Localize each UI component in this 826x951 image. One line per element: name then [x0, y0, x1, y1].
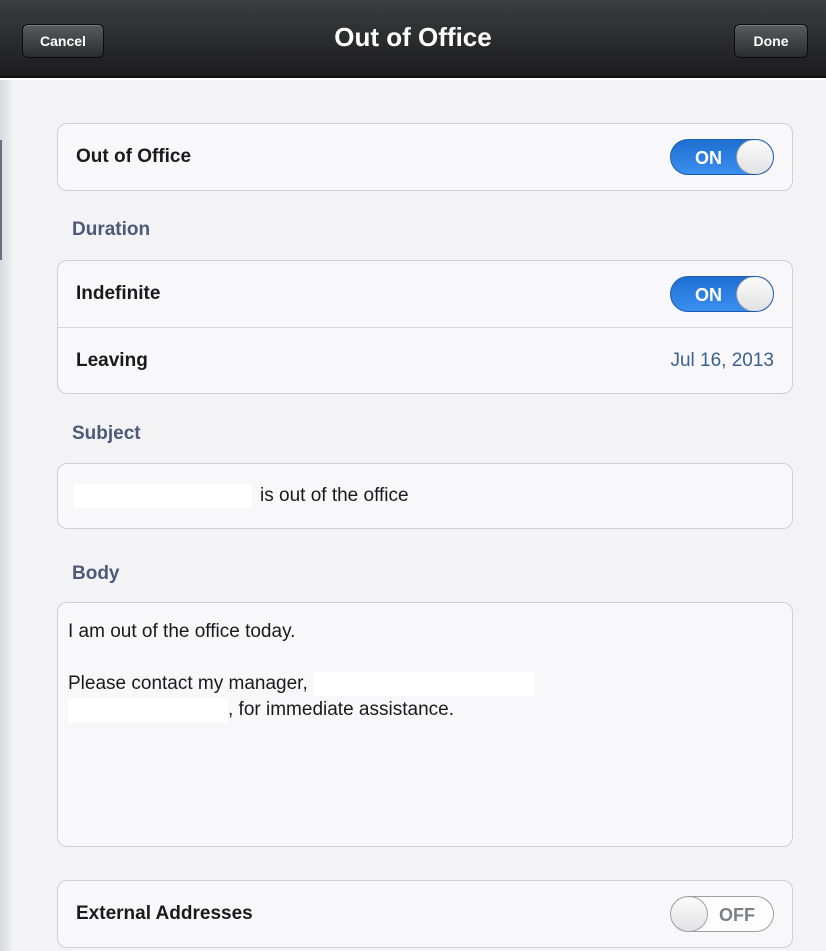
body-line-3-text: , for immediate assistance.: [228, 699, 454, 720]
external-addresses-toggle-text: OFF: [719, 905, 755, 925]
toggle-knob: [671, 897, 708, 931]
body-line-1-text: I am out of the office today.: [68, 621, 296, 642]
duration-header: Duration: [72, 219, 151, 240]
body-text-area[interactable]: I am out of the office today. Please con…: [57, 602, 793, 847]
out-of-office-label: Out of Office: [76, 146, 192, 167]
redacted-name: [74, 484, 252, 508]
left-edge-panel: [0, 80, 12, 951]
indefinite-toggle-text: ON: [695, 285, 722, 305]
out-of-office-toggle[interactable]: ON: [670, 139, 774, 175]
leaving-label: Leaving: [76, 349, 148, 371]
out-of-office-group: Out of Office ON: [57, 123, 793, 191]
toggle-knob: [736, 277, 773, 311]
external-addresses-group: External Addresses OFF: [57, 880, 793, 948]
left-edge-divider: [0, 140, 2, 260]
out-of-office-toggle-text: ON: [695, 148, 722, 168]
external-addresses-row: External Addresses OFF: [58, 881, 792, 947]
duration-group: Indefinite ON Leaving Jul 16, 2013: [57, 260, 793, 394]
redacted-manager-email: [68, 698, 228, 722]
external-addresses-toggle[interactable]: OFF: [670, 896, 774, 932]
leaving-row[interactable]: Leaving Jul 16, 2013: [58, 327, 792, 393]
toggle-knob: [736, 140, 773, 174]
body-header: Body: [72, 563, 120, 584]
body-line-1: I am out of the office today.: [68, 619, 782, 645]
subject-field[interactable]: is out of the office: [57, 463, 793, 529]
indefinite-row: Indefinite ON: [58, 261, 792, 327]
body-line-2-text: Please contact my manager,: [68, 673, 308, 694]
subject-text: is out of the office: [260, 485, 409, 506]
done-button[interactable]: Done: [734, 24, 808, 58]
settings-content: Out of Office ON Duration Indefinite ON …: [12, 80, 826, 951]
redacted-manager-name: [313, 672, 534, 696]
indefinite-toggle[interactable]: ON: [670, 276, 774, 312]
body-line-2: Please contact my manager,: [68, 671, 782, 697]
indefinite-label: Indefinite: [76, 283, 161, 304]
page-title: Out of Office: [334, 22, 492, 52]
external-addresses-label: External Addresses: [76, 903, 253, 924]
leaving-date[interactable]: Jul 16, 2013: [670, 350, 774, 372]
body-line-3: , for immediate assistance.: [68, 697, 782, 723]
subject-header: Subject: [72, 423, 141, 444]
navigation-bar: Cancel Out of Office Done: [0, 0, 826, 78]
out-of-office-row: Out of Office ON: [58, 124, 792, 190]
